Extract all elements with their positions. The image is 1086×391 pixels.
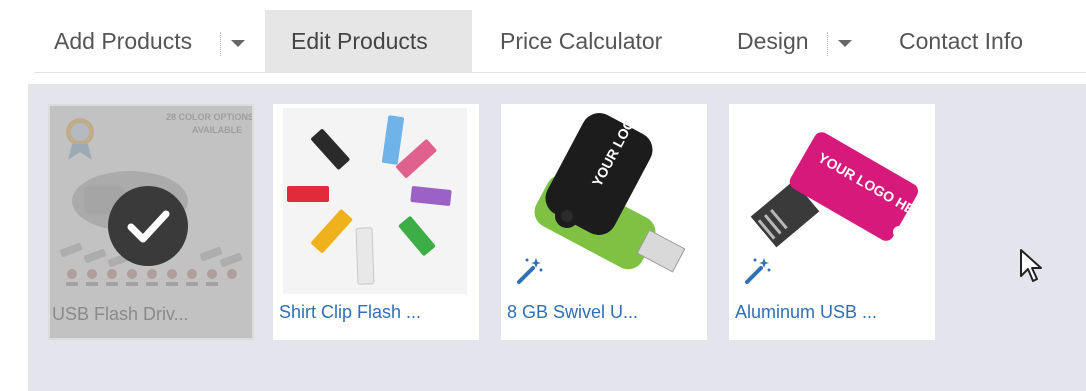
mouse-cursor-icon	[1019, 248, 1045, 284]
add-products-dropdown-chevron-icon[interactable]	[231, 40, 245, 47]
nav-add-products[interactable]: Add Products	[54, 10, 192, 73]
product-card-usb-flash-drive[interactable]: 28 COLOR OPTIONS AVAILABLE	[48, 104, 254, 340]
product-label[interactable]: USB Flash Driv...	[52, 304, 248, 325]
shirt-clip-flash-drive-image	[283, 108, 467, 294]
magic-wand-icon[interactable]	[515, 256, 545, 286]
nav-contact-info[interactable]: Contact Info	[899, 10, 1023, 73]
nav-design[interactable]: Design	[737, 10, 809, 73]
design-dropdown-chevron-icon[interactable]	[838, 40, 852, 47]
selected-check-badge[interactable]	[108, 186, 188, 266]
top-navbar: Add Products Edit Products Price Calcula…	[0, 0, 1086, 74]
nav-price-calculator[interactable]: Price Calculator	[500, 10, 662, 73]
product-card-aluminum-usb[interactable]: YOUR LOGO HERE Aluminum USB ...	[729, 104, 935, 340]
product-label[interactable]: 8 GB Swivel U...	[507, 302, 703, 323]
product-thumbnail	[283, 108, 467, 294]
product-card-8gb-swivel-usb[interactable]: YOUR LOGO HERE 8 GB Swivel U...	[501, 104, 707, 340]
nav-separator	[220, 32, 221, 56]
magic-wand-icon[interactable]	[743, 256, 773, 286]
check-icon	[127, 210, 170, 243]
product-card-shirt-clip-flash[interactable]: Shirt Clip Flash ...	[273, 104, 479, 340]
nav-divider	[34, 72, 1086, 73]
nav-edit-products[interactable]: Edit Products	[265, 10, 472, 73]
product-label[interactable]: Aluminum USB ...	[735, 302, 931, 323]
nav-separator	[827, 32, 828, 56]
product-label[interactable]: Shirt Clip Flash ...	[279, 302, 475, 323]
